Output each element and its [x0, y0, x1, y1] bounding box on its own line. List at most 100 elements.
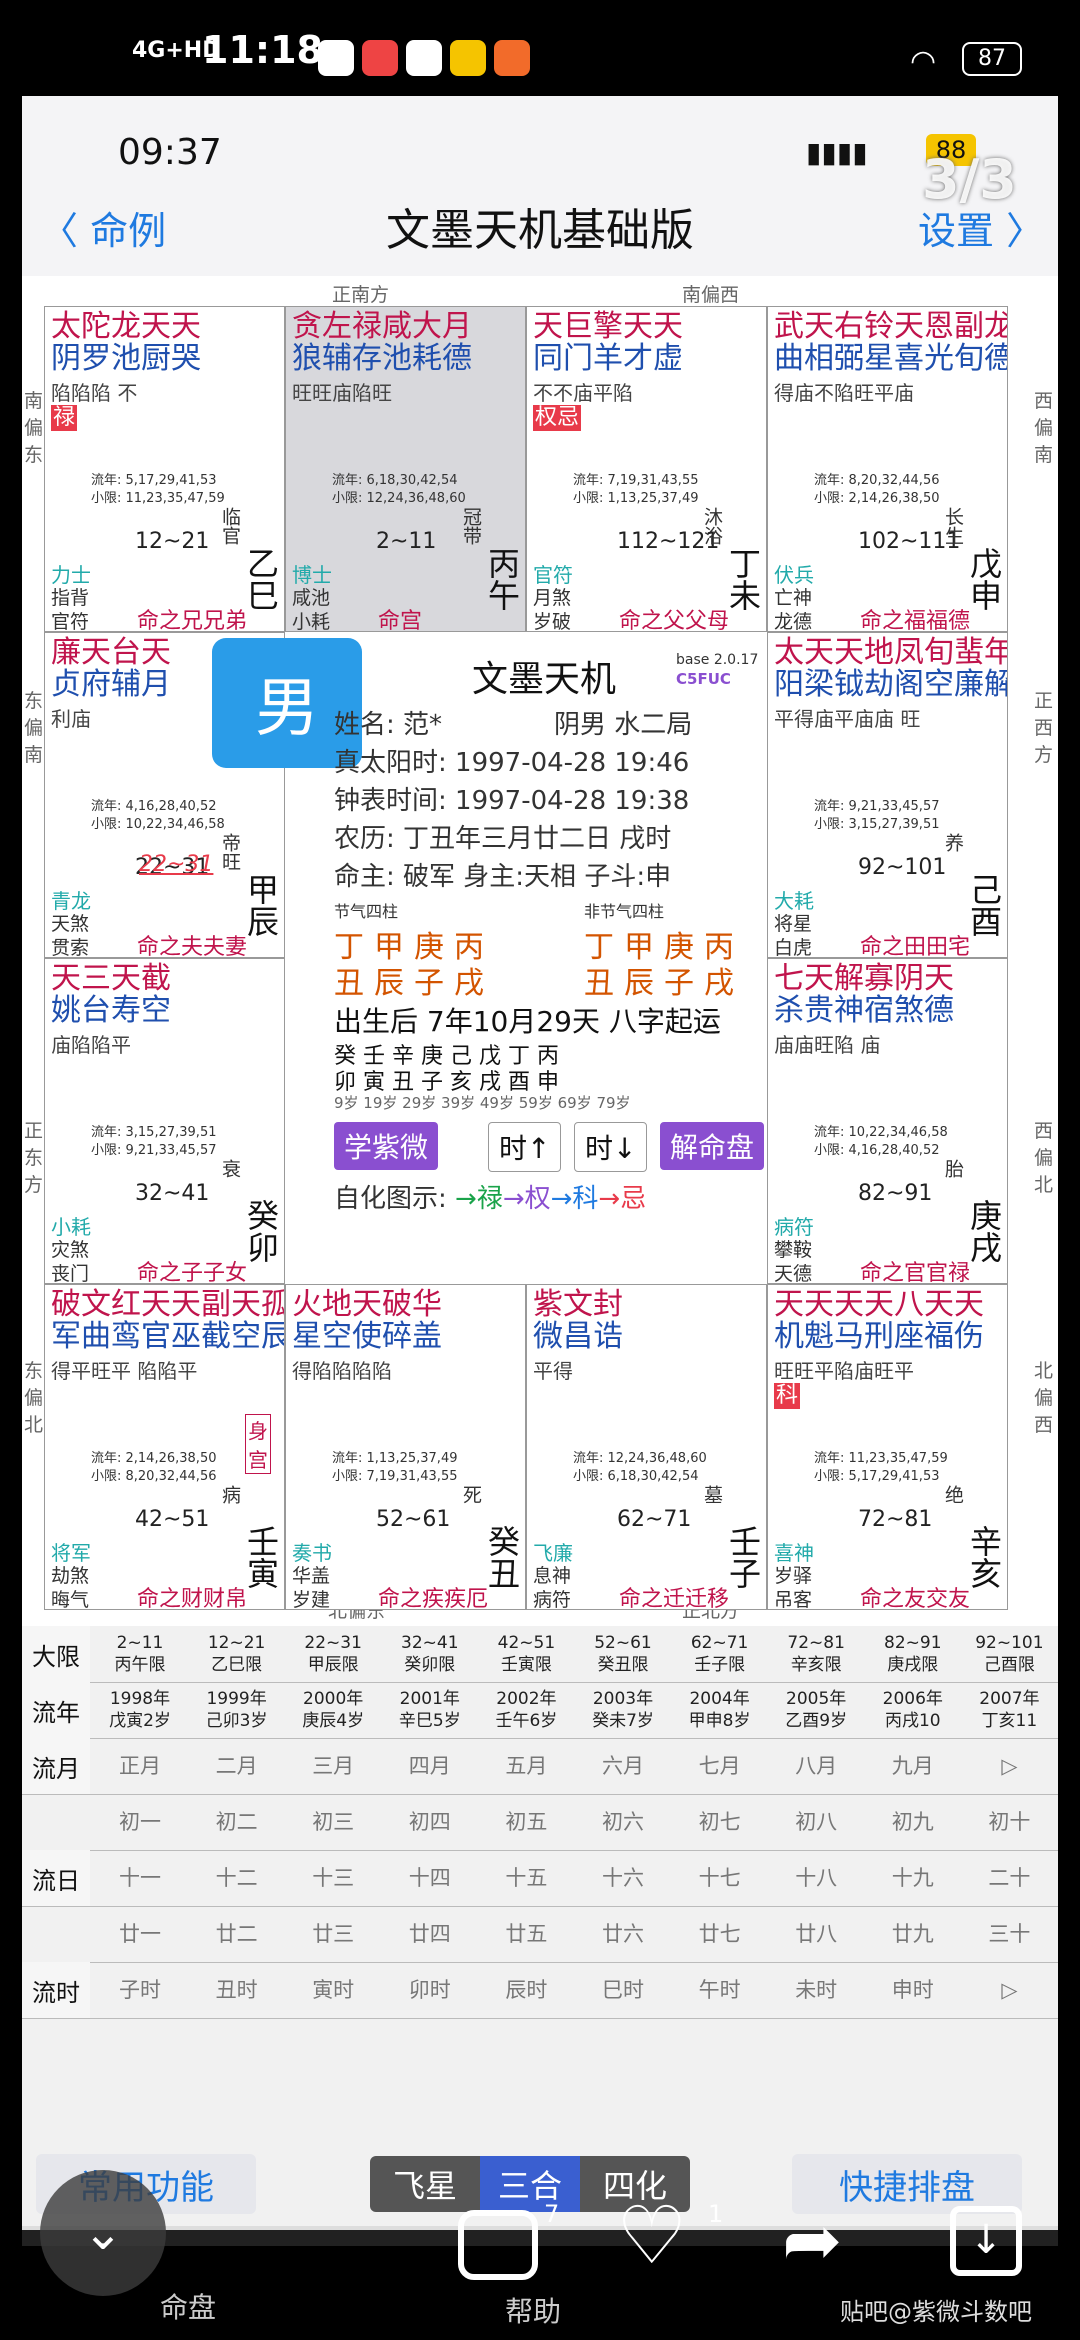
settings-button[interactable]: 设置 〉 — [918, 200, 1044, 255]
palace-brightness: 旺旺平陷庙旺平 — [774, 1359, 914, 1383]
share-icon[interactable]: ➦ — [782, 2200, 842, 2280]
table-cell[interactable]: 42~51 壬寅限 — [478, 1626, 574, 1682]
table-cell[interactable]: 九月 — [865, 1738, 961, 1794]
palace-cell[interactable]: 太陀龙天天 阴罗池厨哭 陷陷陷 不禄流年: 5,17,29,41,53 小限: 11,… — [44, 306, 285, 632]
table-cell[interactable]: ▷ — [961, 1962, 1057, 2018]
table-cell[interactable]: 巳时 — [575, 1962, 671, 2018]
table-cell[interactable]: 廿四 — [382, 1906, 478, 1962]
comment-icon[interactable] — [458, 2210, 538, 2280]
table-cell[interactable]: 1999年 己卯3岁 — [189, 1682, 285, 1738]
table-cell[interactable]: 初九 — [865, 1794, 961, 1850]
table-cell[interactable]: 2001年 辛巳5岁 — [382, 1682, 478, 1738]
palace-cell[interactable]: 天三天截 姚台寿空 庙陷陷平 流年: 3,15,27,39,51 小限: 9,21,33… — [44, 958, 285, 1284]
table-cell[interactable]: 八月 — [768, 1738, 864, 1794]
table-cell[interactable]: 廿二 — [189, 1906, 285, 1962]
table-cell[interactable]: 2005年 乙酉9岁 — [768, 1682, 864, 1738]
palace-name: 命之友交友 — [860, 1587, 971, 1610]
table-cell[interactable]: 廿八 — [768, 1906, 864, 1962]
learn-ziwei-button[interactable]: 学紫微 — [334, 1122, 439, 1170]
table-cell[interactable]: 2004年 甲申8岁 — [672, 1682, 768, 1738]
palace-daxian-range: 92~101 — [858, 855, 947, 880]
palace-cell[interactable]: 贪左禄咸大月 狼辅存池耗德 旺旺庙陷旺 流年: 6,18,30,42,54 小限: 12… — [285, 306, 526, 632]
table-cell[interactable]: 22~31 甲辰限 — [285, 1626, 381, 1682]
collapse-button[interactable]: ⌄ — [40, 2170, 166, 2296]
table-cell[interactable]: 十二 — [189, 1850, 285, 1906]
table-cell[interactable]: 廿一 — [92, 1906, 188, 1962]
table-cell[interactable]: 廿五 — [478, 1906, 574, 1962]
table-cell[interactable]: 初十 — [961, 1794, 1057, 1850]
table-cell[interactable]: 十八 — [768, 1850, 864, 1906]
table-cell[interactable]: 2007年 丁亥11 — [961, 1682, 1057, 1738]
table-cell[interactable]: 丑时 — [189, 1962, 285, 2018]
table-cell[interactable]: 三十 — [961, 1906, 1057, 1962]
like-icon[interactable]: ♡ — [616, 2196, 688, 2276]
palace-cell[interactable]: 天巨擎天天 同门羊才虚 不不庙平陷 权忌 流年: 7,19,31,43,55 小限: 1,… — [526, 306, 767, 632]
table-cell[interactable]: 2003年 癸未7岁 — [575, 1682, 671, 1738]
table-cell[interactable]: 廿三 — [285, 1906, 381, 1962]
tab-help[interactable]: 帮助 — [505, 2290, 561, 2330]
table-cell[interactable]: 82~91 庚戌限 — [865, 1626, 961, 1682]
table-cell[interactable]: 子时 — [92, 1962, 188, 2018]
palace-cell[interactable]: 太天天地凤旬蜚年 阳梁钺劫阁空廉解 平得庙平庙庙 旺流年: 9,21,33,45,5… — [767, 632, 1008, 958]
table-cell[interactable]: 初七 — [672, 1794, 768, 1850]
table-cell[interactable]: 十七 — [672, 1850, 768, 1906]
table-cell[interactable]: 初二 — [189, 1794, 285, 1850]
table-cell[interactable]: 二十 — [961, 1850, 1057, 1906]
table-cell[interactable]: 十三 — [285, 1850, 381, 1906]
segment-flying-star[interactable]: 飞星 — [370, 2156, 480, 2212]
table-cell[interactable]: 2000年 庚辰4岁 — [285, 1682, 381, 1738]
table-cell[interactable]: 申时 — [865, 1962, 961, 2018]
table-cell[interactable]: 廿九 — [865, 1906, 961, 1962]
decode-chart-button[interactable]: 解命盘 — [660, 1122, 765, 1170]
table-cell[interactable]: 十一 — [92, 1850, 188, 1906]
table-cell[interactable]: 52~61 癸丑限 — [575, 1626, 671, 1682]
table-cell[interactable]: 廿六 — [575, 1906, 671, 1962]
table-cell[interactable]: 92~101 己酉限 — [961, 1626, 1057, 1682]
table-cell[interactable]: 初八 — [768, 1794, 864, 1850]
table-cell[interactable]: 32~41 癸卯限 — [382, 1626, 478, 1682]
table-cell[interactable]: 72~81 辛亥限 — [768, 1626, 864, 1682]
table-cell[interactable]: ▷ — [961, 1738, 1057, 1794]
palace-cell[interactable]: 紫文封 微昌诰 平得 流年: 12,24,36,48,60 小限: 6,18,30,42… — [526, 1284, 767, 1610]
table-cell[interactable]: 1998年 戊寅2岁 — [92, 1682, 188, 1738]
table-cell[interactable]: 2006年 丙戌10 — [865, 1682, 961, 1738]
table-cell[interactable]: 十九 — [865, 1850, 961, 1906]
download-icon[interactable]: ↓ — [950, 2206, 1022, 2276]
table-cell[interactable]: 五月 — [478, 1738, 574, 1794]
table-cell[interactable]: 2~11 丙午限 — [92, 1626, 188, 1682]
table-cell[interactable]: 初三 — [285, 1794, 381, 1850]
table-cell[interactable]: 12~21 乙巳限 — [189, 1626, 285, 1682]
table-cell[interactable]: 初一 — [92, 1794, 188, 1850]
table-cell[interactable]: 未时 — [768, 1962, 864, 2018]
table-cell-line1: 72~81 — [787, 1633, 845, 1653]
table-cell[interactable]: 62~71 壬子限 — [672, 1626, 768, 1682]
table-cell[interactable]: 初五 — [478, 1794, 574, 1850]
table-cell[interactable]: 午时 — [672, 1962, 768, 2018]
palace-cell[interactable]: 天天天天八天天 机魁马刑座福伤 旺旺平陷庙旺平科流年: 11,23,35,47,59… — [767, 1284, 1008, 1610]
palace-cell[interactable]: 火地天破华 星空使碎盖 得陷陷陷陷 流年: 1,13,25,37,49 小限: 7,19… — [285, 1284, 526, 1610]
segment-sanhe[interactable]: 三合 — [480, 2156, 580, 2212]
table-cell[interactable]: 正月 — [92, 1738, 188, 1794]
table-cell[interactable]: 卯时 — [382, 1962, 478, 2018]
table-cell[interactable]: 十六 — [575, 1850, 671, 1906]
table-cell[interactable]: 十四 — [382, 1850, 478, 1906]
table-cell[interactable]: 六月 — [575, 1738, 671, 1794]
legend-ke: →科 — [550, 1184, 599, 1214]
hour-up-button[interactable]: 时↑ — [488, 1122, 562, 1172]
table-cell[interactable]: 十五 — [478, 1850, 574, 1906]
table-cell[interactable]: 七月 — [672, 1738, 768, 1794]
table-cell[interactable]: 二月 — [189, 1738, 285, 1794]
table-cell[interactable]: 廿七 — [672, 1906, 768, 1962]
table-cell[interactable]: 2002年 壬午6岁 — [478, 1682, 574, 1738]
table-cell[interactable]: 寅时 — [285, 1962, 381, 2018]
tab-chart[interactable]: 命盘 — [160, 2286, 216, 2326]
table-cell[interactable]: 初六 — [575, 1794, 671, 1850]
table-cell[interactable]: 初四 — [382, 1794, 478, 1850]
palace-cell[interactable]: 七天解寡阴天 杀贵神宿煞德 庙庙旺陷 庙流年: 10,22,34,46,58 小限: … — [767, 958, 1008, 1284]
hour-down-button[interactable]: 时↓ — [574, 1122, 648, 1172]
table-cell[interactable]: 辰时 — [478, 1962, 574, 2018]
table-cell[interactable]: 四月 — [382, 1738, 478, 1794]
palace-cell[interactable]: 武天右铃天恩副龙 曲相弼星喜光旬德 得庙不陷旺平庙 流年: 8,20,32,44,56… — [767, 306, 1008, 632]
pillars-title-right: 非节气四柱 — [584, 902, 665, 921]
table-cell[interactable]: 三月 — [285, 1738, 381, 1794]
